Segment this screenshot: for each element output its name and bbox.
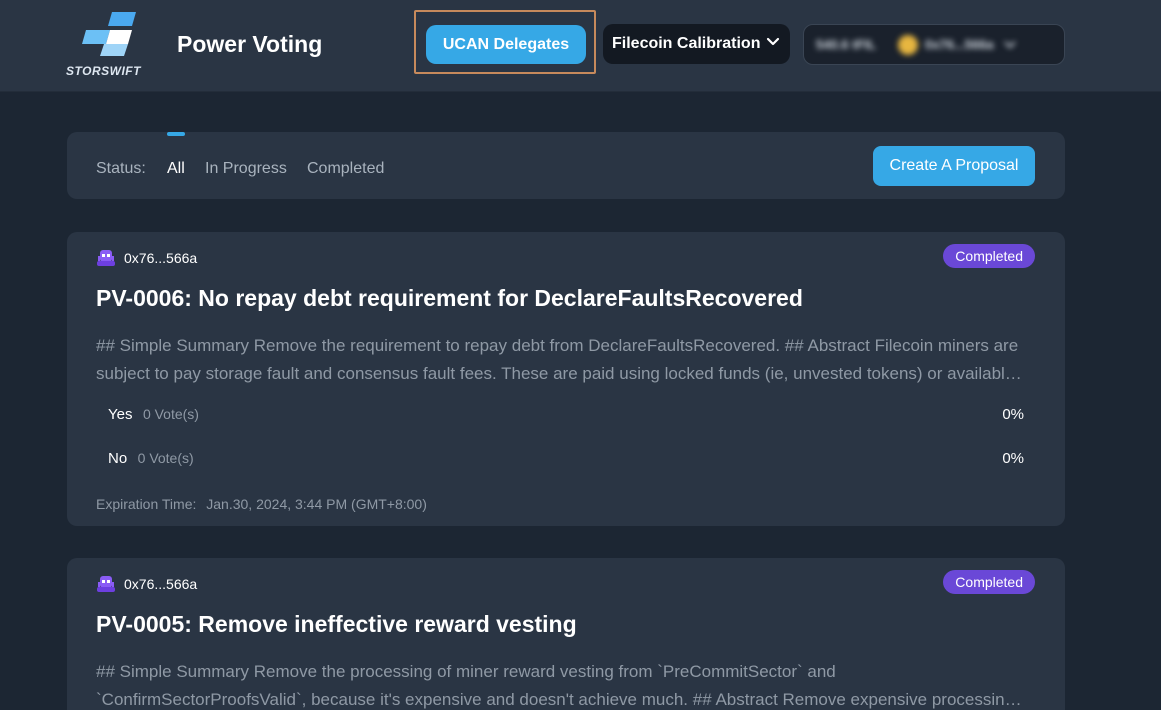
logo-wordmark: STORSWIFT xyxy=(66,64,141,78)
author-address: 0x76...566a xyxy=(124,576,198,592)
storswift-logo-icon xyxy=(82,12,136,56)
status-filter-bar: Status: All In Progress Completed Create… xyxy=(67,132,1065,199)
expiration-value: Jan.30, 2024, 3:44 PM (GMT+8:00) xyxy=(206,496,427,512)
vote-option-label: Yes xyxy=(108,406,133,423)
vote-count: 0 Vote(s) xyxy=(142,406,199,422)
vote-count: 0 Vote(s) xyxy=(137,450,194,466)
network-label: Filecoin Calibration xyxy=(612,35,761,52)
vote-percent: 0% xyxy=(1002,450,1024,467)
author-avatar-icon xyxy=(97,250,115,266)
storswift-logo[interactable]: STORSWIFT xyxy=(64,10,156,80)
create-proposal-button[interactable]: Create A Proposal xyxy=(873,146,1035,186)
chevron-down-icon xyxy=(1003,40,1016,48)
vote-percent: 0% xyxy=(1002,406,1024,423)
chevron-down-icon xyxy=(766,37,780,46)
proposal-title[interactable]: PV-0005: Remove ineffective reward vesti… xyxy=(96,611,577,638)
ucan-delegates-button[interactable]: UCAN Delegates xyxy=(426,25,586,64)
tab-completed[interactable]: Completed xyxy=(307,160,384,178)
vote-option-no: No 0 Vote(s) 0% xyxy=(108,450,1024,470)
vote-option-label: No xyxy=(108,450,128,467)
author-address: 0x76...566a xyxy=(124,250,198,266)
status-badge: Completed xyxy=(943,570,1035,594)
active-tab-indicator xyxy=(167,132,185,136)
proposal-card[interactable]: 0x76...566a Completed PV-0006: No repay … xyxy=(67,232,1065,526)
network-selector-button[interactable]: Filecoin Calibration xyxy=(603,24,790,64)
expiration-label: Expiration Time: xyxy=(96,496,197,512)
wallet-account-button[interactable]: 540.6 tFIL 0x76...566a xyxy=(803,24,1065,65)
proposal-summary: ## Simple Summary Remove the processing … xyxy=(96,662,1015,709)
wallet-avatar-icon xyxy=(897,34,918,55)
expiration-time: Expiration Time: Jan.30, 2024, 3:44 PM (… xyxy=(96,496,427,512)
status-label: Status: xyxy=(96,160,146,177)
top-header: STORSWIFT Power Voting UCAN Delegates Fi… xyxy=(0,0,1161,92)
author-avatar-icon xyxy=(97,576,115,592)
status-badge: Completed xyxy=(943,244,1035,268)
proposal-card[interactable]: 0x76...566a Completed PV-0005: Remove in… xyxy=(67,558,1065,710)
proposal-author: 0x76...566a xyxy=(96,574,197,594)
tab-in-progress[interactable]: In Progress xyxy=(205,160,287,178)
wallet-address: 0x76...566a xyxy=(924,37,994,52)
wallet-balance: 540.6 tFIL xyxy=(816,37,876,52)
vote-option-yes: Yes 0 Vote(s) 0% xyxy=(108,406,1024,426)
tab-all[interactable]: All xyxy=(167,160,185,178)
proposal-title[interactable]: PV-0006: No repay debt requirement for D… xyxy=(96,285,803,312)
app-title: Power Voting xyxy=(177,31,323,57)
proposal-summary: ## Simple Summary Remove the requirement… xyxy=(96,336,1019,383)
proposal-author: 0x76...566a xyxy=(96,248,197,268)
